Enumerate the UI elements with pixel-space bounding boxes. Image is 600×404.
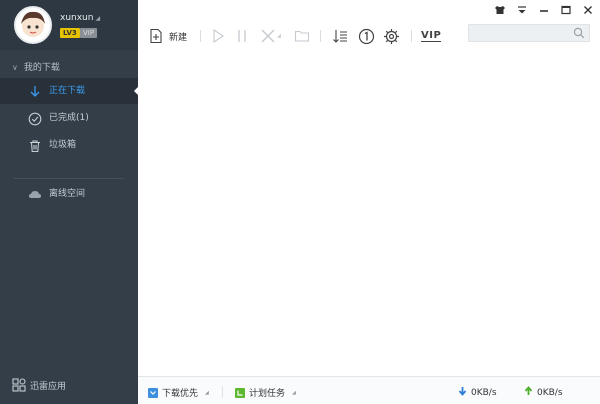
delete-icon — [260, 28, 276, 44]
trash-icon — [28, 138, 42, 153]
username-text: xunxun — [60, 13, 94, 23]
upload-speed: 0KB/s — [524, 386, 563, 399]
status-bar: 下载优先 ◢ 计划任务 ◢ 0KB/s 0KB/s — [138, 376, 600, 404]
limit-one-icon — [358, 28, 375, 45]
menu-icon[interactable] — [516, 4, 528, 16]
schedule-icon — [235, 387, 245, 398]
sort-icon — [332, 28, 348, 44]
toolbar-separator — [411, 30, 412, 42]
cloud-icon — [28, 187, 42, 201]
skin-icon[interactable] — [494, 4, 506, 16]
vip-icon: VIP — [421, 30, 442, 42]
maximize-icon[interactable] — [560, 4, 572, 16]
toolbar-separator — [320, 30, 321, 42]
upload-speed-value: 0KB/s — [537, 387, 563, 398]
new-task-label: 新建 — [169, 32, 188, 43]
priority-dropdown-icon: ◢ — [205, 389, 209, 396]
sidebar-item-offline-space[interactable]: 离线空间 — [0, 181, 138, 207]
level-badge: LV3 — [60, 28, 80, 38]
download-icon — [28, 84, 42, 98]
scheduled-task-button[interactable]: 计划任务 ◢ — [235, 386, 296, 399]
sort-button[interactable] — [332, 27, 348, 45]
search-input[interactable] — [468, 24, 590, 42]
download-priority-button[interactable]: 下载优先 ◢ — [148, 386, 209, 399]
sidebar-item-completed[interactable]: 已完成(1) — [0, 105, 138, 131]
upload-arrow-icon — [524, 386, 533, 399]
settings-button[interactable] — [383, 27, 400, 45]
apps-label: 迅雷应用 — [30, 382, 67, 392]
sidebar-item-trash[interactable]: 垃圾箱 — [0, 132, 138, 158]
thunder-apps-button[interactable]: 迅雷应用 — [12, 378, 66, 395]
start-button[interactable] — [210, 27, 226, 45]
pause-button[interactable] — [234, 27, 250, 45]
user-header: xunxun ◢ LV3 VIP — [0, 0, 138, 50]
delete-button[interactable]: ◢ — [260, 27, 281, 45]
avatar[interactable] — [14, 6, 52, 44]
sidebar-item-label: 已完成(1) — [49, 113, 89, 123]
download-list-area[interactable] — [138, 50, 600, 376]
vip-button[interactable]: VIP — [421, 27, 442, 45]
new-task-button[interactable]: 新建 — [148, 27, 187, 45]
settings-gear-icon — [383, 28, 400, 45]
play-icon — [210, 28, 226, 44]
delete-dropdown-icon: ◢ — [277, 33, 281, 39]
sidebar-item-label: 垃圾箱 — [49, 140, 77, 150]
minimize-icon[interactable] — [538, 4, 550, 16]
sidebar-divider — [14, 178, 124, 179]
pause-icon — [234, 28, 250, 44]
toolbar-separator — [200, 30, 201, 42]
statusbar-separator — [222, 386, 223, 398]
main-panel: 新建 ◢ VIP 下载优先 ◢ 计划任务 ◢ 0KB/s 0KB/s — [138, 0, 600, 404]
download-priority-label: 下载优先 — [162, 389, 199, 399]
sidebar-item-downloading[interactable]: 正在下载 — [0, 78, 139, 104]
download-speed-value: 0KB/s — [471, 387, 497, 398]
chevron-down-icon: ∨ — [12, 63, 18, 72]
scheduled-task-label: 计划任务 — [249, 389, 286, 399]
new-task-icon — [148, 28, 164, 44]
window-controls — [494, 4, 594, 16]
open-folder-button[interactable] — [294, 27, 310, 45]
download-arrow-icon — [458, 386, 467, 399]
sidebar-item-label: 正在下载 — [49, 86, 86, 96]
sidebar: xunxun ◢ LV3 VIP ∨ 我的下载 正在下载 已完成(1) 垃圾箱 离线… — [0, 0, 139, 404]
group-label: 我的下载 — [23, 63, 60, 73]
search-icon[interactable] — [573, 27, 585, 42]
sidebar-item-label: 离线空间 — [49, 189, 86, 199]
download-speed: 0KB/s — [458, 386, 497, 399]
close-icon[interactable] — [582, 4, 594, 16]
username-caret-icon: ◢ — [95, 15, 101, 22]
schedule-dropdown-icon: ◢ — [292, 389, 296, 396]
my-downloads-group[interactable]: ∨ 我的下载 — [12, 60, 60, 73]
folder-icon — [294, 28, 310, 44]
check-circle-icon — [28, 111, 42, 126]
apps-icon — [12, 378, 26, 395]
single-task-mode-button[interactable] — [358, 27, 375, 45]
download-priority-icon — [148, 387, 158, 398]
username[interactable]: xunxun ◢ — [60, 13, 100, 23]
vip-badge: VIP — [80, 28, 98, 38]
